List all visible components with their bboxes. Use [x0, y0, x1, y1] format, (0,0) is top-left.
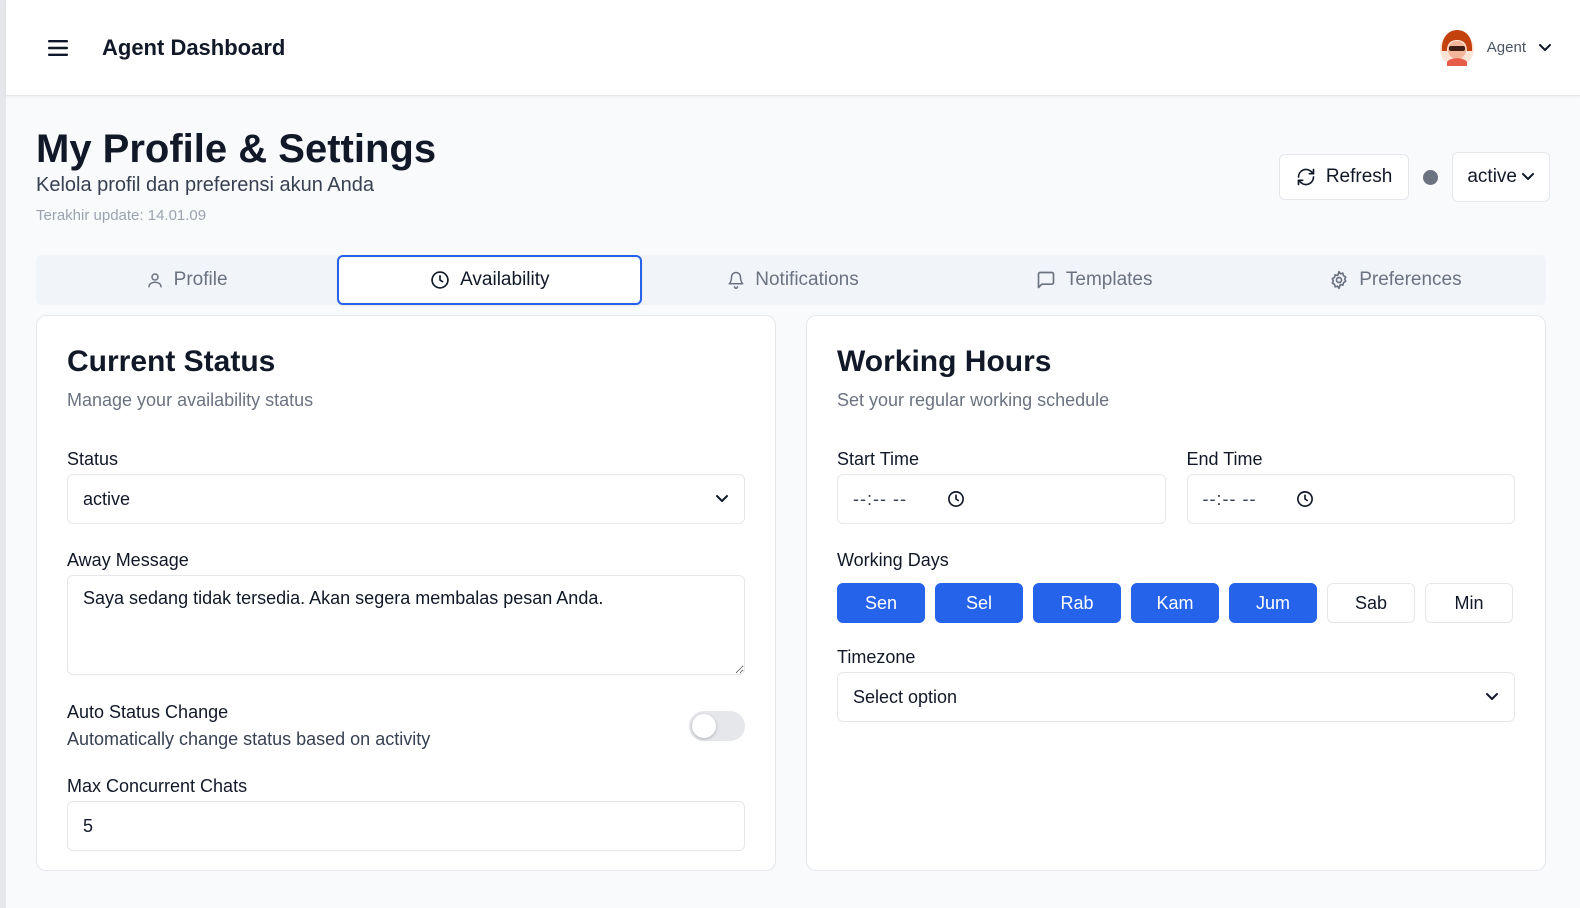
status-select-value: active	[83, 488, 131, 509]
card-subtitle: Set your regular working schedule	[837, 390, 1110, 410]
auto-status-toggle[interactable]	[689, 711, 745, 741]
timezone-label: Timezone	[837, 647, 916, 667]
working-days-label: Working Days	[837, 550, 949, 570]
tab-label: Templates	[1065, 269, 1153, 290]
timezone-value: Select option	[853, 686, 958, 707]
day-toggle-jum[interactable]: Jum	[1229, 583, 1317, 623]
end-time-value: --:-- --	[1202, 488, 1257, 509]
end-time-group: End Time --:-- --	[1186, 449, 1515, 524]
tab-label: Profile	[173, 269, 228, 290]
tab-label: Preferences	[1359, 269, 1462, 290]
app-root: Agent Dashboard Agent My Profile & Setti…	[0, 0, 1580, 908]
user-name: Agent	[1486, 39, 1526, 56]
card-subtitle: Manage your availability status	[67, 390, 314, 410]
refresh-button[interactable]: Refresh	[1278, 154, 1410, 200]
chevron-down-icon	[716, 495, 728, 502]
top-bar: Agent Dashboard Agent	[6, 0, 1580, 96]
message-square-icon	[1037, 271, 1055, 289]
end-time-label: End Time	[1186, 449, 1263, 469]
clock-icon	[1297, 491, 1314, 507]
card-title: Current Status	[67, 345, 276, 378]
end-time-input[interactable]: --:-- --	[1186, 474, 1515, 524]
day-toggle-rab[interactable]: Rab	[1033, 583, 1121, 623]
status-dot	[1423, 169, 1439, 185]
start-time-group: Start Time --:-- --	[837, 449, 1166, 524]
tab-bar: Profile Availability Notifications Templ…	[36, 255, 1546, 305]
gear-icon	[1331, 270, 1347, 290]
header-actions: Refresh active	[1278, 152, 1550, 202]
away-message-label: Away Message	[67, 550, 189, 570]
working-days-group: Sen Sel Rab Kam Jum Sab Min	[837, 583, 1515, 623]
chevron-down-icon	[1522, 173, 1534, 180]
chevron-down-icon	[1539, 43, 1551, 51]
page-title: My Profile & Settings	[36, 127, 437, 171]
auto-status-description: Automatically change status based on act…	[67, 729, 431, 749]
tab-label: Availability	[460, 269, 550, 290]
start-time-value: --:-- --	[853, 488, 907, 509]
hamburger-icon	[48, 39, 68, 56]
max-chats-label: Max Concurrent Chats	[67, 776, 248, 796]
current-status-card: Current Status Manage your availability …	[36, 315, 776, 871]
avatar	[1439, 29, 1474, 66]
auto-status-label: Auto Status Change	[67, 702, 229, 722]
auto-status-row: Auto Status Change Automatically change …	[67, 702, 745, 750]
start-time-input[interactable]: --:-- --	[837, 474, 1166, 524]
away-message-textarea[interactable]: Saya sedang tidak tersedia. Akan segera …	[67, 575, 745, 675]
day-toggle-sel[interactable]: Sel	[935, 583, 1023, 623]
status-select[interactable]: active	[67, 474, 745, 524]
day-toggle-min[interactable]: Min	[1425, 583, 1513, 623]
day-toggle-sen[interactable]: Sen	[837, 583, 925, 623]
tab-templates[interactable]: Templates	[944, 255, 1245, 305]
chevron-down-icon	[1486, 693, 1498, 700]
timezone-select[interactable]: Select option	[837, 672, 1515, 722]
tab-preferences[interactable]: Preferences	[1245, 255, 1546, 305]
working-hours-card: Working Hours Set your regular working s…	[806, 315, 1546, 871]
last-updated: Terakhir update: 14.01.09	[36, 207, 207, 224]
start-time-label: Start Time	[837, 449, 920, 469]
card-title: Working Hours	[837, 345, 1052, 378]
clock-icon	[948, 491, 964, 507]
refresh-icon	[1297, 168, 1315, 186]
day-toggle-kam[interactable]: Kam	[1131, 583, 1219, 623]
day-toggle-sab[interactable]: Sab	[1327, 583, 1415, 623]
header-status-value: active	[1467, 166, 1517, 187]
time-row: Start Time --:-- -- End Time --:-- --	[837, 449, 1515, 524]
app-title: Agent Dashboard	[102, 34, 286, 60]
menu-button[interactable]	[44, 34, 72, 62]
header-status-select[interactable]: active	[1452, 152, 1550, 202]
user-icon	[147, 273, 162, 288]
user-menu[interactable]: Agent	[1439, 29, 1552, 67]
bell-icon	[728, 271, 744, 289]
page-subtitle: Kelola profil dan preferensi akun Anda	[36, 174, 375, 196]
page-header: My Profile & Settings Kelola profil dan …	[36, 126, 436, 224]
tab-label: Notifications	[755, 269, 859, 290]
status-label: Status	[67, 449, 119, 469]
max-chats-value: 5	[83, 815, 94, 836]
clock-icon	[431, 271, 449, 289]
refresh-label: Refresh	[1325, 166, 1393, 187]
tab-availability[interactable]: Availability	[337, 255, 643, 305]
tab-profile[interactable]: Profile	[36, 255, 337, 305]
max-chats-input[interactable]: 5	[67, 801, 745, 851]
tab-notifications[interactable]: Notifications	[642, 255, 943, 305]
